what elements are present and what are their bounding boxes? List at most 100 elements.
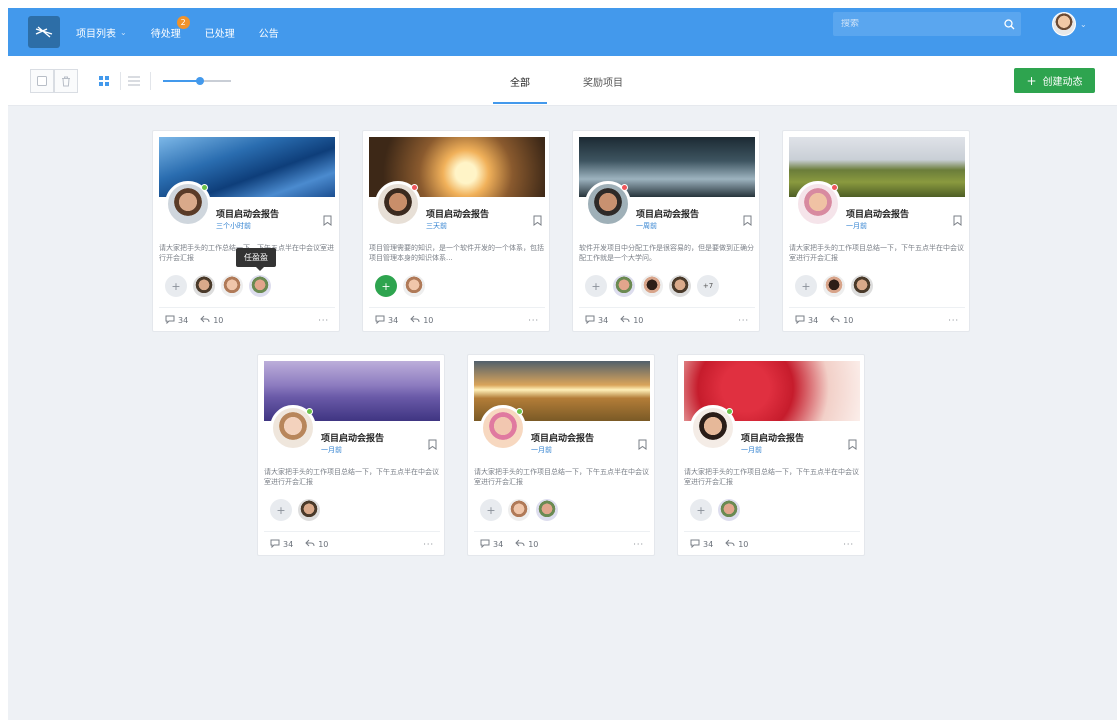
project-card[interactable]: 项目启动会报告 一月前 请大家把手头的工作项目总结一下，下午五点半在中会议室进行… bbox=[257, 354, 445, 556]
more-members-badge[interactable]: +7 bbox=[697, 275, 719, 297]
card-title[interactable]: 项目启动会报告 bbox=[636, 207, 699, 220]
reply-count[interactable]: 10 bbox=[305, 539, 328, 549]
project-card[interactable]: 项目启动会报告 三天前 项目管理需要的知识，是一个软件开发的一个体系，包括项目管… bbox=[362, 130, 550, 332]
card-title[interactable]: 项目启动会报告 bbox=[216, 207, 279, 220]
member-avatar[interactable] bbox=[193, 275, 215, 297]
create-post-button[interactable]: + 创建动态 bbox=[1014, 68, 1095, 93]
user-avatar[interactable] bbox=[1052, 12, 1076, 36]
add-member-button[interactable]: + bbox=[795, 275, 817, 297]
more-options-icon[interactable]: ··· bbox=[318, 316, 329, 325]
member-avatar[interactable] bbox=[508, 499, 530, 521]
member-avatar[interactable] bbox=[536, 499, 558, 521]
tab-reward-projects[interactable]: 奖励项目 bbox=[583, 74, 623, 89]
bookmark-icon[interactable] bbox=[638, 435, 647, 450]
comment-count-value: 34 bbox=[493, 539, 504, 549]
more-options-icon[interactable]: ··· bbox=[423, 540, 434, 549]
more-options-icon[interactable]: ··· bbox=[738, 316, 749, 325]
grid-view-icon[interactable] bbox=[96, 73, 112, 89]
card-time: 一月前 bbox=[846, 222, 867, 230]
bookmark-icon[interactable] bbox=[743, 211, 752, 226]
nav-item-projects[interactable]: 项目列表 ⌄ bbox=[76, 25, 127, 40]
add-member-button[interactable]: + bbox=[270, 499, 292, 521]
content-area: 项目启动会报告 三个小时前 请大家把手头的工作总结一下，下午五点半在中会议室进行… bbox=[8, 106, 1117, 720]
comment-count-value: 34 bbox=[703, 539, 714, 549]
project-card[interactable]: 项目启动会报告 一周前 软件开发项目中分配工作是很容易的，但是要做到正确分配工作… bbox=[572, 130, 760, 332]
reply-icon bbox=[830, 315, 843, 325]
member-list: + bbox=[480, 499, 564, 521]
add-member-button[interactable]: + bbox=[585, 275, 607, 297]
member-avatar[interactable] bbox=[669, 275, 691, 297]
search-input[interactable] bbox=[833, 19, 997, 29]
card-title[interactable]: 项目启动会报告 bbox=[531, 431, 594, 444]
card-description: 请大家把手头的工作项目总结一下，下午五点半在中会议室进行开会汇报 bbox=[474, 468, 649, 486]
project-card[interactable]: 项目启动会报告 一月前 请大家把手头的工作项目总结一下，下午五点半在中会议室进行… bbox=[782, 130, 970, 332]
app-logo[interactable] bbox=[28, 16, 60, 48]
member-avatar[interactable] bbox=[221, 275, 243, 297]
card-time: 一月前 bbox=[531, 446, 552, 454]
project-card[interactable]: 项目启动会报告 一月前 请大家把手头的工作项目总结一下，下午五点半在中会议室进行… bbox=[677, 354, 865, 556]
project-card[interactable]: 项目启动会报告 一月前 请大家把手头的工作项目总结一下，下午五点半在中会议室进行… bbox=[467, 354, 655, 556]
chevron-down-icon[interactable]: ⌄ bbox=[1080, 20, 1087, 29]
nav-item-pending[interactable]: 待处理 2 bbox=[150, 15, 190, 40]
bookmark-icon[interactable] bbox=[323, 211, 332, 226]
status-dot bbox=[306, 408, 313, 415]
member-list: + bbox=[270, 499, 326, 521]
reply-count[interactable]: 10 bbox=[620, 315, 643, 325]
comment-count[interactable]: 34 bbox=[270, 539, 293, 550]
reply-count[interactable]: 10 bbox=[200, 315, 223, 325]
add-member-button[interactable]: + bbox=[480, 499, 502, 521]
card-title[interactable]: 项目启动会报告 bbox=[846, 207, 909, 220]
nav-item-label: 待处理 bbox=[150, 28, 181, 40]
member-avatar[interactable] bbox=[823, 275, 845, 297]
more-options-icon[interactable]: ··· bbox=[528, 316, 539, 325]
card-time: 一月前 bbox=[321, 446, 342, 454]
bookmark-icon[interactable] bbox=[428, 435, 437, 450]
comment-count[interactable]: 34 bbox=[690, 539, 713, 550]
bookmark-icon[interactable] bbox=[533, 211, 542, 226]
member-avatar[interactable] bbox=[249, 275, 271, 297]
reply-icon bbox=[305, 539, 318, 549]
card-description: 请大家把手头的工作项目总结一下，下午五点半在中会议室进行开会汇报 bbox=[264, 468, 439, 486]
reply-count[interactable]: 10 bbox=[830, 315, 853, 325]
comment-count[interactable]: 34 bbox=[165, 315, 188, 326]
bookmark-icon[interactable] bbox=[848, 435, 857, 450]
comment-count[interactable]: 34 bbox=[375, 315, 398, 326]
add-member-button[interactable]: + bbox=[165, 275, 187, 297]
nav-item-announcements[interactable]: 公告 bbox=[259, 25, 279, 40]
bookmark-icon[interactable] bbox=[953, 211, 962, 226]
main-nav: 项目列表 ⌄ 待处理 2 已处理 公告 bbox=[76, 15, 303, 40]
delete-button[interactable] bbox=[54, 69, 78, 93]
zoom-slider[interactable] bbox=[163, 77, 231, 85]
reply-count[interactable]: 10 bbox=[410, 315, 433, 325]
more-options-icon[interactable]: ··· bbox=[843, 540, 854, 549]
member-avatar[interactable] bbox=[613, 275, 635, 297]
project-card[interactable]: 项目启动会报告 三个小时前 请大家把手头的工作总结一下，下午五点半在中会议室进行… bbox=[152, 130, 340, 332]
member-avatar[interactable] bbox=[718, 499, 740, 521]
slider-handle[interactable] bbox=[196, 77, 205, 85]
member-avatar[interactable] bbox=[298, 499, 320, 521]
card-title[interactable]: 项目启动会报告 bbox=[741, 431, 804, 444]
card-title[interactable]: 项目启动会报告 bbox=[426, 207, 489, 220]
search-icon[interactable] bbox=[997, 12, 1021, 36]
select-all-checkbox[interactable] bbox=[30, 69, 54, 93]
toolbar-divider bbox=[120, 72, 121, 90]
member-avatar[interactable] bbox=[403, 275, 425, 297]
comment-count[interactable]: 34 bbox=[795, 315, 818, 326]
comment-count[interactable]: 34 bbox=[585, 315, 608, 326]
nav-item-processed[interactable]: 已处理 bbox=[205, 25, 235, 40]
more-options-icon[interactable]: ··· bbox=[633, 540, 644, 549]
add-member-button[interactable]: + bbox=[375, 275, 397, 297]
comment-count[interactable]: 34 bbox=[480, 539, 503, 550]
comment-count-value: 34 bbox=[808, 315, 819, 325]
trash-icon bbox=[62, 76, 70, 86]
member-list: + bbox=[375, 275, 431, 297]
more-options-icon[interactable]: ··· bbox=[948, 316, 959, 325]
card-title[interactable]: 项目启动会报告 bbox=[321, 431, 384, 444]
add-member-button[interactable]: + bbox=[690, 499, 712, 521]
member-avatar[interactable] bbox=[851, 275, 873, 297]
member-avatar[interactable] bbox=[641, 275, 663, 297]
list-view-icon[interactable] bbox=[126, 73, 142, 89]
tab-all[interactable]: 全部 bbox=[510, 74, 530, 89]
reply-count[interactable]: 10 bbox=[515, 539, 538, 549]
reply-count[interactable]: 10 bbox=[725, 539, 748, 549]
